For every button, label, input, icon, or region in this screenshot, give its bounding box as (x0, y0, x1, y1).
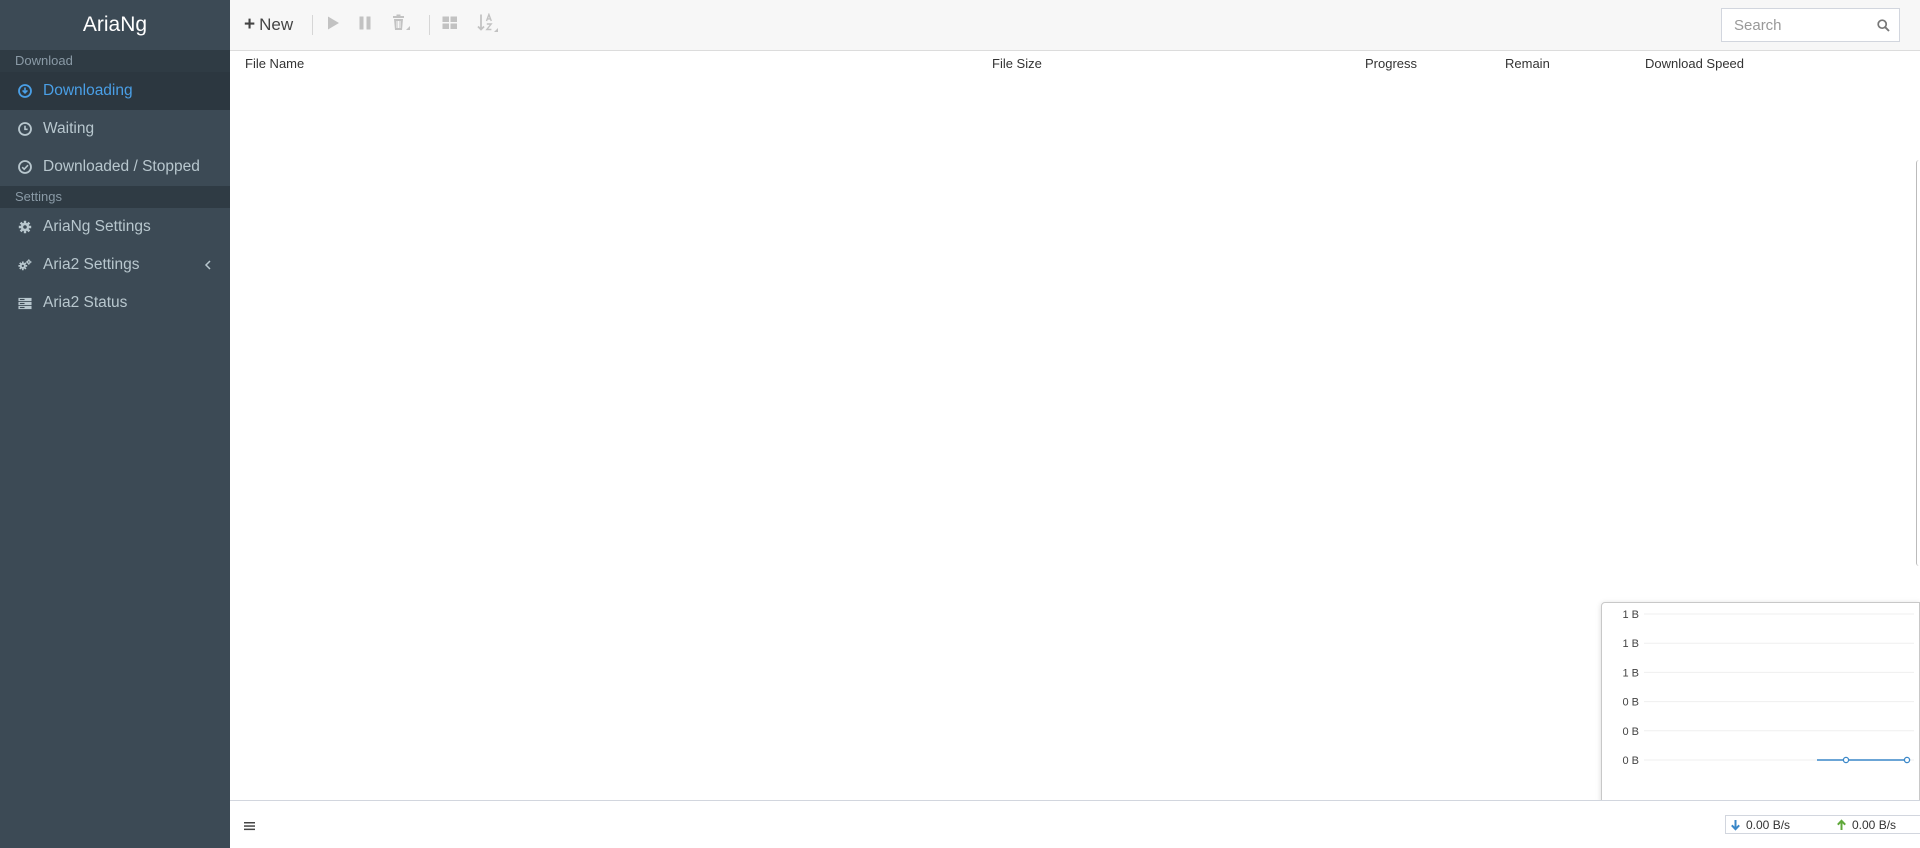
arrow-up-icon (1836, 818, 1847, 831)
check-circle-icon (18, 160, 32, 174)
chart-y-tick-label: 0 B (1622, 697, 1639, 709)
sidebar: AriaNg Download Downloading Waiting Down… (0, 0, 230, 848)
sidebar-item-waiting[interactable]: Waiting (0, 110, 230, 148)
column-header-file-size[interactable]: File Size (992, 56, 1042, 71)
sort-button[interactable] (477, 11, 501, 38)
sidebar-item-label: Waiting (43, 120, 95, 137)
sidebar-item-label: Aria2 Status (43, 294, 128, 311)
server-icon (18, 296, 32, 310)
chart-y-tick-label: 1 B (1622, 638, 1639, 650)
arrow-down-icon (1730, 819, 1741, 831)
section-header-download: Download (0, 50, 230, 72)
column-header-download-speed[interactable]: Download Speed (1645, 56, 1744, 71)
chart-y-tick-label: 0 B (1622, 726, 1639, 738)
search-icon[interactable] (1877, 19, 1890, 37)
delete-task-button[interactable] (391, 12, 413, 38)
chart-data-point (1842, 756, 1850, 764)
gear-icon (18, 220, 32, 234)
sidebar-item-ariang-settings[interactable]: AriaNg Settings (0, 208, 230, 246)
app-brand[interactable]: AriaNg (0, 0, 230, 50)
global-upload-speed[interactable]: 0.00 B/s (1824, 815, 1920, 834)
hamburger-menu-icon[interactable] (244, 818, 255, 836)
new-task-label: New (259, 15, 294, 34)
column-header-remain[interactable]: Remain (1505, 56, 1550, 71)
column-header-progress[interactable]: Progress (1365, 56, 1417, 71)
global-download-speed[interactable]: 0.00 B/s (1725, 815, 1825, 834)
pause-icon (358, 15, 372, 36)
trash-icon (391, 14, 413, 37)
chart-y-tick-label: 1 B (1622, 609, 1639, 621)
sidebar-item-aria2-settings[interactable]: Aria2 Settings (0, 246, 230, 284)
toolbar-divider (312, 15, 313, 35)
speed-chart: 1 B 1 B 1 B 0 B 0 B 0 B (1622, 609, 1914, 767)
chevron-left-icon (204, 258, 212, 276)
scrollbar[interactable] (1916, 160, 1920, 566)
gears-icon (18, 258, 32, 272)
sidebar-item-downloaded-stopped[interactable]: Downloaded / Stopped (0, 148, 230, 186)
grid-icon (442, 16, 458, 35)
sort-alpha-icon (477, 11, 501, 38)
section-header-settings: Settings (0, 186, 230, 208)
chart-y-tick-label: 0 B (1622, 755, 1639, 767)
pause-task-button[interactable] (358, 12, 372, 38)
download-speed-value: 0.00 B/s (1746, 817, 1791, 832)
column-header-file-name[interactable]: File Name (245, 56, 304, 71)
arrow-circle-down-icon (18, 84, 32, 98)
footer: 0.00 B/s 0.00 B/s (230, 800, 1920, 848)
sidebar-item-label: Downloading (43, 82, 133, 99)
start-task-button[interactable] (326, 12, 340, 38)
sidebar-item-label: Downloaded / Stopped (43, 158, 200, 175)
task-list-header: File Name File Size Progress Remain Down… (230, 51, 1920, 75)
upload-speed-value: 0.00 B/s (1852, 817, 1897, 832)
plus-icon: + (244, 14, 256, 35)
chart-y-tick-label: 1 B (1622, 667, 1639, 679)
play-icon (326, 15, 340, 36)
sidebar-item-aria2-status[interactable]: Aria2 Status (0, 284, 230, 322)
sidebar-item-label: Aria2 Settings (43, 256, 140, 273)
sidebar-item-downloading[interactable]: Downloading (0, 72, 230, 110)
search-input[interactable] (1734, 16, 1869, 34)
speed-chart-popover: 1 B 1 B 1 B 0 B 0 B 0 B (1601, 602, 1920, 804)
search-box (1721, 8, 1900, 42)
chart-data-point (1903, 756, 1911, 764)
toolbar: + New (230, 0, 1920, 51)
clock-icon (18, 122, 32, 136)
display-mode-button[interactable] (442, 12, 458, 38)
new-task-button[interactable]: + New (244, 12, 293, 38)
sidebar-item-label: AriaNg Settings (43, 218, 151, 235)
toolbar-divider (429, 15, 430, 35)
